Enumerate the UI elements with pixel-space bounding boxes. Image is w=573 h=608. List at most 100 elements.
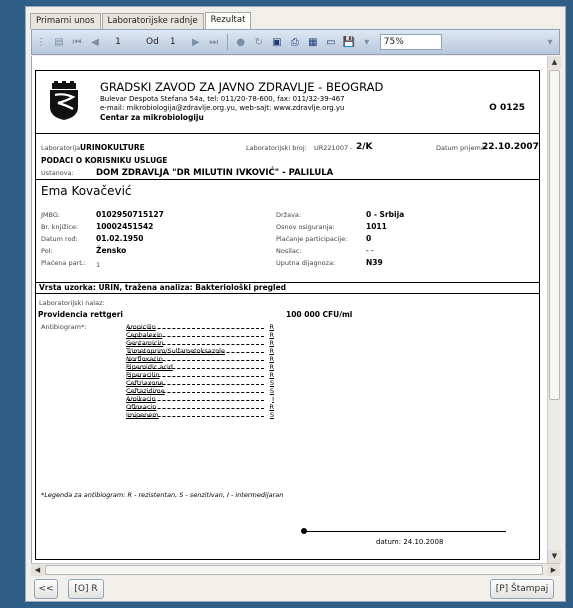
date-received-label: Datum prijema: [436, 144, 487, 152]
antibiotic-result: R [269, 323, 274, 331]
header-divider [36, 133, 539, 134]
antibiogram-row: Ceftriaxone S [126, 379, 274, 387]
tab-laboratorijske-radnje[interactable]: Laboratorijske radnje [101, 13, 204, 29]
page-setup-icon[interactable]: ▭ [324, 35, 338, 49]
tab-rezultat[interactable]: Rezultat [204, 12, 252, 30]
antibiotic-name: Ceftriaxone [126, 379, 164, 387]
scroll-right-icon[interactable]: ▶ [547, 564, 560, 576]
diagnosis-value: N39 [366, 258, 383, 267]
labnum-label: Laboratorijski broj: [246, 144, 307, 152]
antibiotic-name: Ampicilin [126, 323, 156, 331]
antibiotic-name: Trimetoprim/Sulfametoksazole [126, 347, 225, 355]
export-doc-icon[interactable]: ▣ [270, 35, 284, 49]
current-page-input[interactable]: 1 [104, 37, 132, 47]
antibiotic-name: Gentamicin [126, 339, 164, 347]
institution-name: GRADSKI ZAVOD ZA JAVNO ZDRAVLJE - BEOGRA… [100, 80, 384, 94]
print-icon[interactable]: ⎙ [288, 35, 302, 49]
antibiotic-name: Ofloxacin [126, 403, 157, 411]
tab-primarni-unos[interactable]: Primarni unos [30, 13, 101, 29]
institution-value: DOM ZDRAVLJA "DR MILUTIN IVKOVIĆ" - PALI… [96, 168, 334, 178]
print-button[interactable]: [P] Štampaj [490, 579, 554, 599]
scroll-down-icon[interactable]: ▼ [548, 550, 561, 563]
total-pages: 1 [169, 37, 176, 47]
antibiogram-row: Imipenem S [126, 411, 274, 419]
antibiotic-result: R [269, 355, 274, 363]
stop-icon[interactable]: ● [234, 35, 248, 49]
grip-icon: ⋮ [36, 36, 46, 48]
contact-line: e-mail: mikrobiologija@zdravlje.org.yu, … [100, 104, 345, 112]
report-viewport: GRADSKI ZAVOD ZA JAVNO ZDRAVLJE - BEOGRA… [31, 56, 547, 563]
antibiotic-result: R [269, 371, 274, 379]
insurance-basis-label: Osnov osiguranja: [276, 223, 335, 231]
report-date-value: 24.10.2008 [403, 538, 444, 546]
antibiotic-result: R [269, 339, 274, 347]
refresh-icon[interactable]: ↻ [252, 35, 266, 49]
back-button[interactable]: << [34, 579, 58, 599]
last-page-icon[interactable]: ⏭ [207, 35, 221, 49]
holder-label: Nosilac: [276, 247, 302, 255]
city-emblem-logo [50, 81, 78, 120]
antibiotic-result: R [269, 403, 274, 411]
antibiotic-result: S [269, 411, 274, 419]
save-icon[interactable]: 💾 [342, 35, 356, 49]
antibiotic-name: Norfloxacin [126, 355, 163, 363]
jmbg-value: 0102950715127 [96, 210, 164, 219]
report-toolbar: ⋮ ▤ ⏮ ◀ 1 Od 1 ▶ ⏭ ● ↻ ▣ ⎙ ▦ ▭ 💾 ▾ 75% ▾ [31, 29, 560, 55]
sex-value: Žensko [96, 246, 127, 255]
first-page-icon[interactable]: ⏮ [70, 35, 84, 49]
zoom-dropdown-icon[interactable]: ▾ [543, 35, 557, 49]
signature-line [306, 531, 506, 532]
antibiogram-row: Cephalexin R [126, 331, 274, 339]
card-number-label: Br. knjižice: [41, 223, 79, 231]
lab-label: Laboratorija: [41, 144, 83, 152]
antibiogram-row: Trimetoprim/Sulfametoksazole R [126, 347, 274, 355]
patient-name: Ema Kovačević [41, 184, 132, 198]
report-date: datum: 24.10.2008 [376, 538, 443, 546]
antibiotic-name: Pipemidic acid [126, 363, 173, 371]
vertical-scrollbar[interactable]: ▲ ▼ [547, 56, 561, 563]
institution-label: Ustanova: [41, 169, 74, 177]
institution-divider [36, 179, 539, 180]
report-window: Primarni unos Laboratorijske radnje Rezu… [25, 6, 566, 602]
antibiogram-label: Antibiogram*: [41, 323, 87, 331]
birth-date-label: Datum rođ: [41, 235, 78, 243]
page-of-label: Od [146, 37, 159, 47]
horizontal-scroll-thumb[interactable] [45, 565, 543, 575]
scroll-left-icon[interactable]: ◀ [31, 564, 44, 576]
antibiotic-result: S [269, 387, 274, 395]
page-layout-icon[interactable]: ▦ [306, 35, 320, 49]
antibiotic-name: Piperacilin [126, 371, 160, 379]
paid-part-label: Plaćena part.: [41, 259, 87, 267]
antibiogram-legend: *Legenda za antibiogram: R - rezistentan… [41, 491, 284, 499]
horizontal-scrollbar[interactable]: ◀ ▶ [31, 563, 560, 576]
diagnosis-label: Uputna dijagnoza: [276, 259, 336, 267]
toolbar-separator [226, 34, 228, 50]
antibiotic-result: R [269, 363, 274, 371]
tree-toggle-icon[interactable]: ▤ [52, 35, 66, 49]
r-button[interactable]: [O] R [68, 579, 104, 599]
address-line: Bulevar Despota Stefana 54a, tel: 011/20… [100, 95, 345, 103]
vertical-scroll-thumb[interactable] [549, 70, 560, 400]
save-dropdown-icon[interactable]: ▾ [360, 35, 374, 49]
user-section-title: PODACI O KORISNIKU USLUGE [41, 156, 168, 165]
antibiogram-row: Piperacilin R [126, 371, 274, 379]
prev-page-icon[interactable]: ◀ [88, 35, 102, 49]
antibiotic-result: R [269, 331, 274, 339]
antibiogram-row: Norfloxacin R [126, 355, 274, 363]
paid-part-value: 1 [96, 261, 101, 269]
antibiogram-row: Pipemidic acid R [126, 363, 274, 371]
antibiogram-row: Gentamicin R [126, 339, 274, 347]
sex-label: Pol: [41, 247, 53, 255]
labnum-prefix: UR221007 - [314, 144, 353, 152]
center-name: Centar za mikrobiologiju [100, 113, 204, 122]
participation-value: 0 [366, 234, 372, 243]
finding-label: Laboratorijski nalaz: [39, 299, 105, 307]
participation-label: Plaćanje participacije: [276, 235, 348, 243]
country-value: 0 - Srbija [366, 210, 405, 219]
scroll-up-icon[interactable]: ▲ [548, 56, 561, 69]
next-page-icon[interactable]: ▶ [189, 35, 203, 49]
antibiogram-row: Ofloxacin R [126, 403, 274, 411]
card-number-value: 10002451542 [96, 222, 154, 231]
report-date-label: datum: [376, 538, 402, 546]
zoom-select[interactable]: 75% [379, 34, 442, 50]
